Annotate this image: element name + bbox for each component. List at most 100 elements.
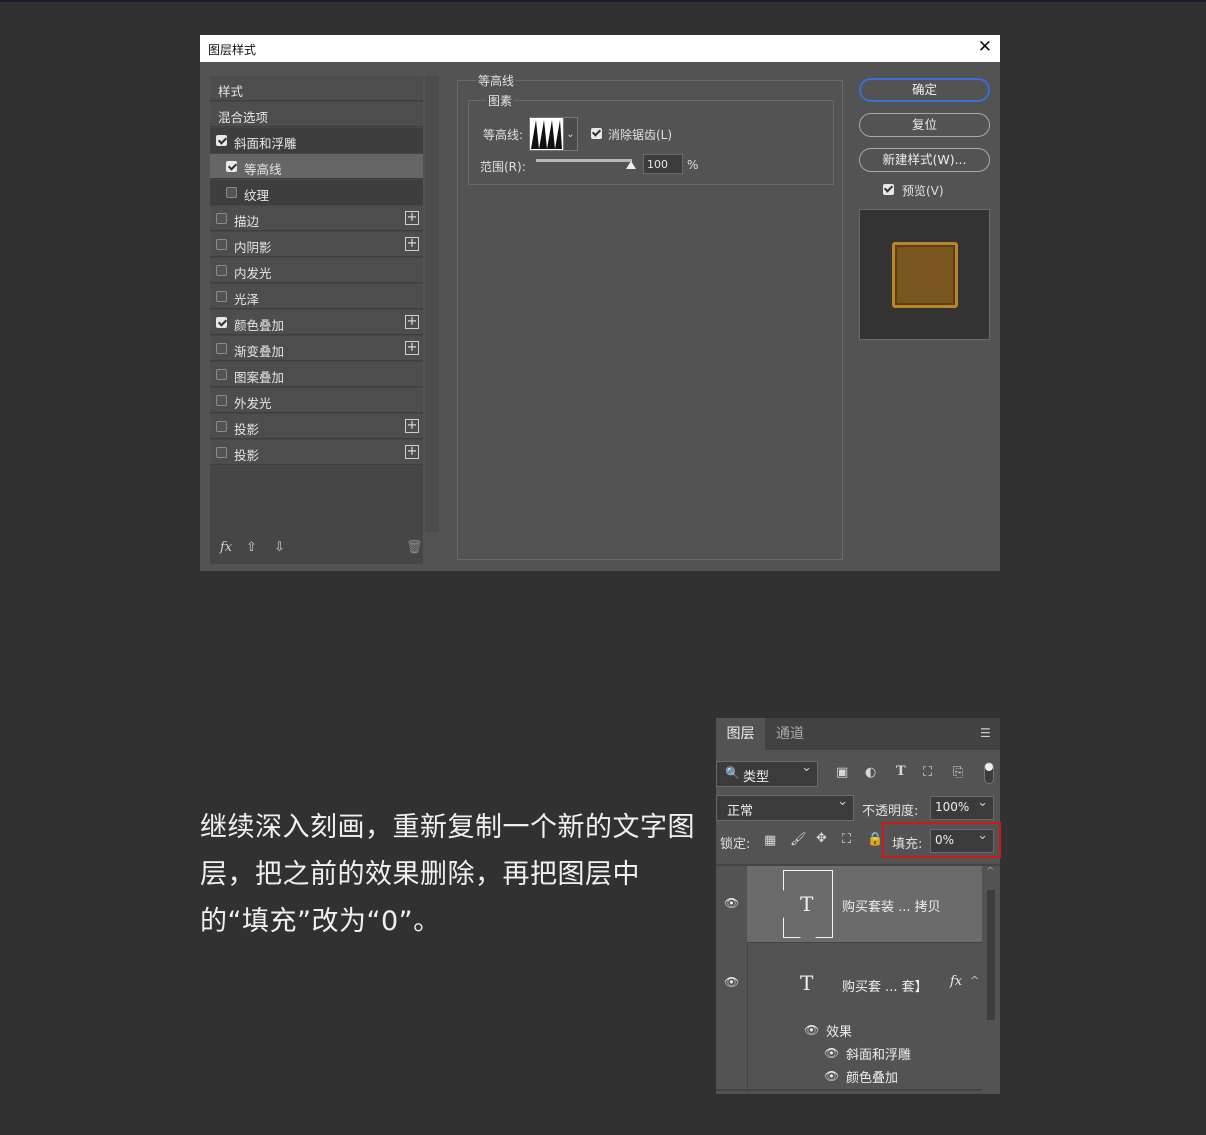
styles-header-label: 样式	[218, 84, 244, 99]
add-effect-icon[interactable]: +	[405, 419, 419, 433]
add-effect-icon[interactable]: +	[405, 237, 419, 251]
new-style-button[interactable]: 新建样式(W)...	[859, 148, 990, 172]
shape-filter-icon[interactable]: ⛶	[923, 765, 932, 780]
styles-scrollbar[interactable]	[425, 76, 439, 532]
effect-item[interactable]: 内发光	[210, 258, 423, 283]
layer-row-original[interactable]: 👁 T 购买套 ... 套】 fx ^ 👁 效果 👁 斜面和浮雕 👁 颜色叠加	[716, 943, 982, 1094]
lock-artboard-icon[interactable]: ⛶	[842, 832, 851, 847]
preview-swatch	[892, 242, 958, 308]
color-overlay-eye-icon[interactable]: 👁	[824, 1069, 839, 1083]
effect-item[interactable]: 渐变叠加 +	[210, 336, 423, 361]
visibility-eye-icon[interactable]: 👁	[724, 896, 739, 910]
effect-item[interactable]: 投影 +	[210, 440, 423, 465]
trash-icon[interactable]: 🗑	[406, 540, 423, 555]
dialog-titlebar: 图层样式 ✕	[200, 35, 1000, 62]
filter-toggle-knob	[985, 763, 993, 771]
effect-item[interactable]: 斜面和浮雕	[210, 128, 423, 153]
styles-header[interactable]: 样式	[210, 76, 423, 101]
blend-mode-select[interactable]: 正常	[716, 794, 854, 821]
effect-checkbox[interactable]	[216, 447, 227, 458]
range-slider-thumb[interactable]	[626, 161, 636, 169]
effect-item[interactable]: 投影 +	[210, 414, 423, 439]
ok-button[interactable]: 确定	[859, 78, 990, 102]
fx-icon[interactable]: fx	[220, 540, 232, 555]
layer-row-copy[interactable]: 👁 T 购买套装 ... 拷贝	[716, 866, 982, 942]
opacity-input[interactable]: 100%	[930, 795, 994, 820]
type-layer-icon: T	[800, 892, 814, 916]
scroll-thumb[interactable]	[987, 890, 995, 1020]
chevron-up-icon[interactable]: ^	[970, 974, 979, 987]
effects-eye-icon[interactable]: 👁	[804, 1023, 819, 1037]
tab-channels[interactable]: 通道	[765, 718, 815, 750]
sub-effect-bevel: 斜面和浮雕	[846, 1048, 912, 1063]
lock-transparent-icon[interactable]: ▦	[764, 833, 776, 848]
add-effect-icon[interactable]: +	[405, 341, 419, 355]
add-effect-icon[interactable]: +	[405, 445, 419, 459]
effect-checkbox[interactable]	[216, 265, 227, 276]
visibility-eye-icon[interactable]: 👁	[724, 975, 739, 989]
blend-options-item[interactable]: 混合选项	[210, 102, 423, 127]
effect-item[interactable]: 外发光	[210, 388, 423, 413]
fx-badge-icon[interactable]: fx	[950, 974, 962, 989]
effect-checkbox[interactable]	[216, 291, 227, 302]
smart-object-filter-icon[interactable]: ⎘	[953, 765, 963, 780]
effect-item[interactable]: 图案叠加	[210, 362, 423, 387]
effect-checkbox[interactable]	[216, 395, 227, 406]
effect-checkbox[interactable]	[226, 161, 237, 172]
scroll-up-icon[interactable]: ^	[986, 866, 994, 877]
effect-checkbox[interactable]	[216, 239, 227, 250]
tab-layers[interactable]: 图层	[716, 718, 765, 750]
effect-item[interactable]: 光泽	[210, 284, 423, 309]
lock-move-icon[interactable]: ✥	[816, 831, 827, 846]
effect-checkbox[interactable]	[216, 213, 227, 224]
contour-group-title: 等高线	[476, 72, 517, 89]
layers-scrollbar[interactable]: ^	[982, 866, 1000, 1094]
search-icon: 🔍	[725, 766, 740, 780]
close-icon[interactable]: ✕	[978, 37, 992, 57]
effect-checkbox[interactable]	[226, 187, 237, 198]
filter-type-select[interactable]: 🔍 类型	[716, 760, 818, 787]
effect-item[interactable]: 等高线	[210, 154, 423, 179]
effect-label: 图案叠加	[234, 370, 285, 385]
range-input[interactable]: 100	[643, 154, 683, 174]
add-effect-icon[interactable]: +	[405, 315, 419, 329]
effect-label: 纹理	[244, 188, 270, 203]
contour-picker[interactable]	[529, 117, 564, 151]
lock-paint-icon[interactable]: 🖌	[790, 832, 807, 847]
adjustment-filter-icon[interactable]: ◐	[865, 765, 876, 780]
type-filter-icon[interactable]: T	[896, 764, 906, 779]
filter-type-label: 类型	[743, 770, 770, 785]
effect-item[interactable]: 颜色叠加 +	[210, 310, 423, 335]
effect-checkbox[interactable]	[216, 135, 227, 146]
effect-label: 内发光	[234, 266, 272, 281]
effect-item[interactable]: 纹理	[210, 180, 423, 205]
effect-checkbox[interactable]	[216, 317, 227, 328]
filter-toggle[interactable]	[984, 762, 994, 784]
effect-checkbox[interactable]	[216, 343, 227, 354]
layer-style-dialog: 图层样式 ✕ 样式 混合选项 斜面和浮雕 等高线 纹理 描边 + 内阴影 + 内发光 光泽 颜色叠…	[200, 35, 1000, 571]
move-down-icon[interactable]: ⇩	[274, 540, 285, 555]
preview-checkbox[interactable]	[883, 184, 894, 195]
contour-dropdown-icon[interactable]: ⌄	[564, 117, 578, 151]
range-slider-track[interactable]	[536, 159, 632, 162]
panel-menu-icon[interactable]: ☰	[980, 726, 992, 740]
image-filter-icon[interactable]: ▣	[836, 765, 848, 780]
add-effect-icon[interactable]: +	[405, 211, 419, 225]
effect-label: 渐变叠加	[234, 344, 285, 359]
effect-checkbox[interactable]	[216, 369, 227, 380]
antialias-checkbox[interactable]	[591, 128, 602, 139]
antialias-label: 消除锯齿(L)	[608, 128, 673, 142]
reset-button[interactable]: 复位	[859, 113, 990, 137]
effect-item[interactable]: 内阴影 +	[210, 232, 423, 257]
layer-name: 购买套 ... 套】	[842, 980, 928, 995]
contour-curve-icon	[530, 118, 563, 150]
effect-label: 内阴影	[234, 240, 272, 255]
contour-label: 等高线:	[483, 128, 524, 142]
effect-item[interactable]: 描边 +	[210, 206, 423, 231]
bevel-eye-icon[interactable]: 👁	[824, 1046, 839, 1060]
lock-all-icon[interactable]: 🔒	[867, 832, 883, 847]
effect-label: 投影	[234, 448, 260, 463]
move-up-icon[interactable]: ⇧	[246, 540, 257, 555]
top-border	[0, 0, 1206, 2]
effect-checkbox[interactable]	[216, 421, 227, 432]
